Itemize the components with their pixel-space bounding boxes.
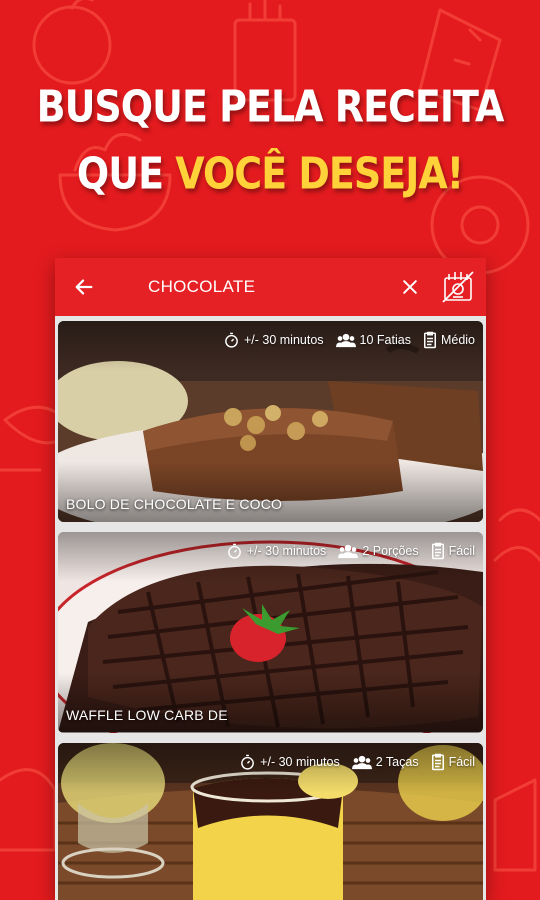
- recipe-difficulty: Médio: [423, 331, 475, 349]
- search-input[interactable]: CHOCOLATE: [113, 277, 390, 297]
- clipboard-icon: [423, 331, 436, 349]
- recipe-title: BOLO DE CHOCOLATE E COCO: [66, 496, 283, 512]
- recipe-difficulty-text: Fácil: [448, 755, 475, 769]
- promo-line-1: BUSQUE PELA RECEITA: [36, 81, 505, 132]
- recipe-meta: +/- 30 minutos 10 Fatias Médio: [211, 331, 475, 349]
- recipe-meta: +/- 30 minutos 2 Taças Fácil: [227, 753, 475, 771]
- recipe-yield: 2 Porções: [338, 543, 419, 560]
- recipe-yield: 10 Fatias: [335, 332, 411, 349]
- recipe-yield-text: 2 Porções: [362, 544, 419, 558]
- recipe-difficulty: Fácil: [431, 753, 475, 771]
- recipe-time-text: +/- 30 minutos: [246, 544, 327, 558]
- recipe-time: +/- 30 minutos: [223, 332, 324, 349]
- recipe-yield: 2 Taças: [351, 754, 419, 771]
- recipe-time-text: +/- 30 minutos: [260, 755, 340, 769]
- clipboard-icon: [431, 542, 444, 560]
- recipe-title: WAFFLE LOW CARB DE: [66, 707, 228, 723]
- recipe-yield-text: 10 Fatias: [359, 333, 411, 347]
- search-app-bar: CHOCOLATE: [55, 258, 486, 316]
- recipe-time: +/- 30 minutos: [226, 543, 327, 560]
- back-button[interactable]: [55, 258, 113, 316]
- recipe-card[interactable]: +/- 30 minutos 2 Taças Fácil: [58, 743, 483, 900]
- app-screen: CHOCOLATE +/- 30 minutos 10 Fatias Médio…: [55, 258, 486, 900]
- promo-line-2-prefix: QUE: [76, 148, 176, 199]
- close-icon: [403, 280, 417, 294]
- filter-button[interactable]: [430, 258, 486, 316]
- timer-icon: [227, 543, 241, 559]
- card-bottom-shade: [58, 673, 483, 733]
- arrow-back-icon: [75, 279, 93, 295]
- clipboard-icon: [431, 753, 444, 771]
- promo-line-2: QUE VOCÊ DESEJA!: [0, 140, 540, 207]
- recipe-difficulty: Fácil: [431, 542, 475, 560]
- recipe-meta: +/- 30 minutos 2 Porções Fácil: [214, 542, 475, 560]
- recipe-time-text: +/- 30 minutos: [243, 333, 324, 347]
- timer-icon: [241, 754, 255, 770]
- recipe-card[interactable]: +/- 30 minutos 2 Porções Fácil WAFFLE LO…: [58, 532, 483, 733]
- recipe-card[interactable]: +/- 30 minutos 10 Fatias Médio BOLO DE C…: [58, 321, 483, 522]
- recipe-difficulty-text: Fácil: [448, 544, 475, 558]
- clear-search-button[interactable]: [390, 258, 430, 316]
- recipe-time: +/- 30 minutos: [239, 754, 340, 771]
- people-icon: [338, 544, 359, 558]
- people-icon: [335, 333, 356, 347]
- recipe-difficulty-text: Médio: [440, 333, 475, 347]
- filter-icon: [442, 271, 474, 303]
- promo-headline: BUSQUE PELA RECEITA QUE VOCÊ DESEJA!: [0, 73, 540, 206]
- promo-line-2-highlight: VOCÊ DESEJA!: [175, 148, 464, 199]
- people-icon: [351, 755, 372, 769]
- timer-icon: [225, 332, 238, 348]
- recipe-yield-text: 2 Taças: [375, 755, 419, 769]
- card-bottom-shade: [58, 462, 483, 522]
